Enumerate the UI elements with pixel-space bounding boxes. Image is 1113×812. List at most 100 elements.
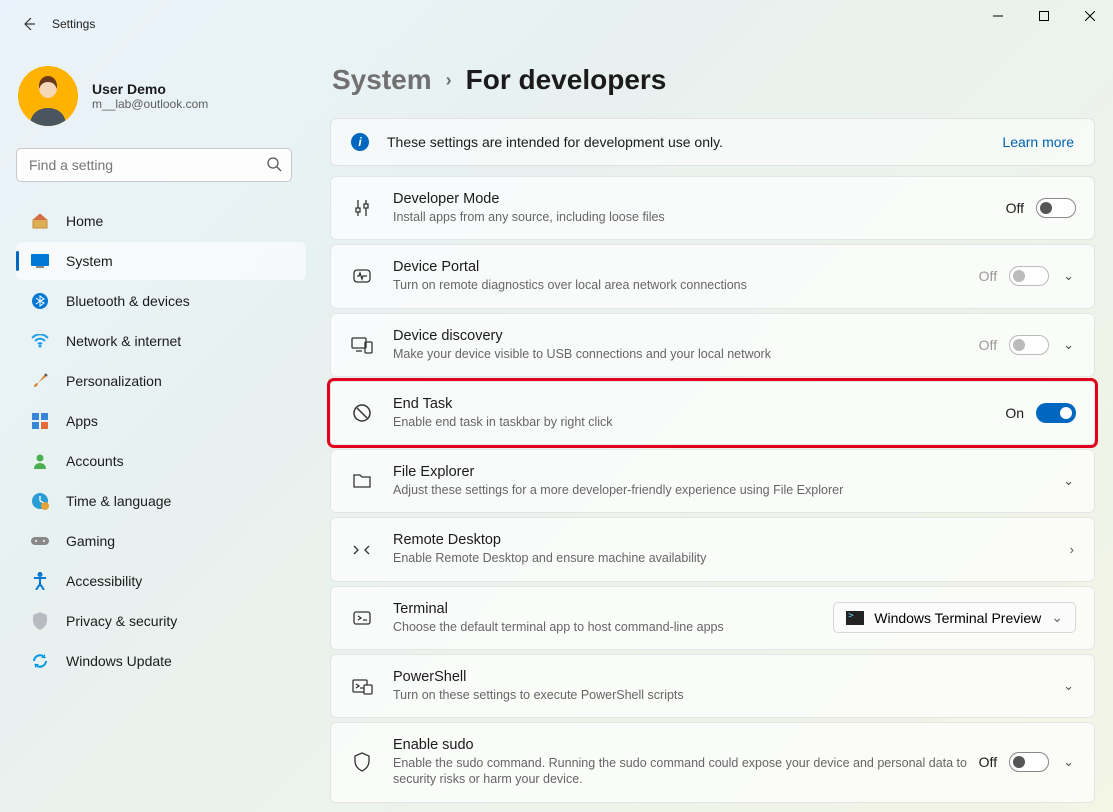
toggle-label: Off	[979, 268, 997, 284]
toggle-discovery[interactable]	[1009, 335, 1049, 355]
card-title: Enable sudo	[393, 737, 979, 753]
tools-icon	[349, 195, 375, 221]
toggle-endtask[interactable]	[1036, 403, 1076, 423]
avatar	[18, 66, 78, 126]
nav: Home System Bluetooth & devices Network …	[16, 202, 306, 680]
nav-label: Network & internet	[66, 333, 181, 349]
nav-label: Gaming	[66, 533, 115, 549]
maximize-icon	[1039, 11, 1049, 21]
nav-update[interactable]: Windows Update	[16, 642, 306, 680]
card-title: Device discovery	[393, 328, 979, 344]
devices-icon	[349, 332, 375, 358]
back-arrow-icon	[21, 16, 37, 32]
nav-system[interactable]: System	[16, 242, 306, 280]
bluetooth-icon	[30, 291, 50, 311]
toggle-label: On	[1005, 405, 1024, 421]
nav-label: Personalization	[66, 373, 162, 389]
heartbeat-icon	[349, 263, 375, 289]
remote-icon	[349, 536, 375, 562]
profile-block[interactable]: User Demo m__lab@outlook.com	[16, 58, 306, 144]
card-title: Remote Desktop	[393, 532, 1068, 548]
terminal-select-value: Windows Terminal Preview	[874, 610, 1041, 626]
profile-name: User Demo	[92, 81, 208, 97]
card-file-explorer[interactable]: File Explorer Adjust these settings for a…	[330, 449, 1095, 513]
nav-label: Home	[66, 213, 103, 229]
nav-label: Privacy & security	[66, 613, 177, 629]
card-desc: Make your device visible to USB connecti…	[393, 346, 979, 362]
nav-label: System	[66, 253, 113, 269]
home-icon	[30, 211, 50, 231]
toggle-label: Off	[979, 754, 997, 770]
card-desc: Install apps from any source, including …	[393, 209, 1006, 225]
nav-label: Bluetooth & devices	[66, 293, 190, 309]
nav-label: Accessibility	[66, 573, 142, 589]
nav-label: Accounts	[66, 453, 124, 469]
card-powershell[interactable]: PowerShellTurn on these settings to exec…	[330, 654, 1095, 718]
search-input[interactable]	[16, 148, 292, 182]
main-content: System › For developers i These settings…	[310, 48, 1113, 812]
search-wrap	[16, 148, 292, 182]
breadcrumb-sep: ›	[446, 70, 452, 91]
brush-icon	[30, 371, 50, 391]
nav-label: Apps	[66, 413, 98, 429]
terminal-icon	[349, 605, 375, 631]
learn-more-link[interactable]: Learn more	[1002, 134, 1074, 150]
maximize-button[interactable]	[1021, 0, 1067, 32]
close-icon	[1085, 11, 1095, 21]
chevron-right-icon[interactable]: ›	[1068, 542, 1076, 557]
search-icon	[266, 156, 282, 177]
card-end-task[interactable]: End Task Enable end task in taskbar by ri…	[330, 381, 1095, 445]
toggle-sudo[interactable]	[1009, 752, 1049, 772]
card-desc: Enable end task in taskbar by right clic…	[393, 414, 1005, 430]
profile-email: m__lab@outlook.com	[92, 97, 208, 111]
chevron-down-icon[interactable]: ⌄	[1061, 754, 1076, 770]
info-banner: i These settings are intended for develo…	[330, 118, 1095, 166]
chevron-down-icon[interactable]: ⌄	[1061, 473, 1076, 489]
minimize-icon	[993, 11, 1003, 21]
nav-accounts[interactable]: Accounts	[16, 442, 306, 480]
nav-apps[interactable]: Apps	[16, 402, 306, 440]
terminal-app-icon	[846, 611, 864, 625]
nav-network[interactable]: Network & internet	[16, 322, 306, 360]
chevron-down-icon[interactable]: ⌄	[1061, 678, 1076, 694]
nav-personalization[interactable]: Personalization	[16, 362, 306, 400]
card-desc: Turn on remote diagnostics over local ar…	[393, 277, 979, 293]
sudo-shield-icon	[349, 749, 375, 775]
card-title: Device Portal	[393, 259, 979, 275]
card-device-portal[interactable]: Device Portal Turn on remote diagnostics …	[330, 244, 1095, 308]
card-remote-desktop[interactable]: Remote Desktop Enable Remote Desktop and …	[330, 517, 1095, 581]
card-desc: Choose the default terminal app to host …	[393, 619, 833, 635]
toggle-portal[interactable]	[1009, 266, 1049, 286]
chevron-down-icon: ⌄	[1051, 609, 1063, 626]
card-title: Developer Mode	[393, 191, 1006, 207]
nav-privacy[interactable]: Privacy & security	[16, 602, 306, 640]
system-icon	[30, 251, 50, 271]
terminal-select[interactable]: Windows Terminal Preview ⌄	[833, 602, 1076, 633]
card-developer-mode[interactable]: Developer Mode Install apps from any sour…	[330, 176, 1095, 240]
toggle-label: Off	[979, 337, 997, 353]
minimize-button[interactable]	[975, 0, 1021, 32]
card-enable-sudo[interactable]: Enable sudoEnable the sudo command. Runn…	[330, 722, 1095, 803]
back-button[interactable]	[14, 9, 44, 39]
breadcrumb: System › For developers	[332, 64, 1095, 96]
card-title: End Task	[393, 396, 1005, 412]
nav-label: Time & language	[66, 493, 171, 509]
nav-home[interactable]: Home	[16, 202, 306, 240]
card-terminal[interactable]: TerminalChoose the default terminal app …	[330, 586, 1095, 650]
card-desc: Adjust these settings for a more develop…	[393, 482, 1061, 498]
nav-gaming[interactable]: Gaming	[16, 522, 306, 560]
nav-bluetooth[interactable]: Bluetooth & devices	[16, 282, 306, 320]
breadcrumb-system[interactable]: System	[332, 64, 432, 96]
card-desc: Enable Remote Desktop and ensure machine…	[393, 550, 1068, 566]
wifi-icon	[30, 331, 50, 351]
nav-accessibility[interactable]: Accessibility	[16, 562, 306, 600]
card-title: File Explorer	[393, 464, 1061, 480]
close-button[interactable]	[1067, 0, 1113, 32]
chevron-down-icon[interactable]: ⌄	[1061, 268, 1076, 284]
card-device-discovery[interactable]: Device discovery Make your device visible…	[330, 313, 1095, 377]
toggle-devmode[interactable]	[1036, 198, 1076, 218]
chevron-down-icon[interactable]: ⌄	[1061, 337, 1076, 353]
block-icon	[349, 400, 375, 426]
nav-time[interactable]: Time & language	[16, 482, 306, 520]
update-icon	[30, 651, 50, 671]
